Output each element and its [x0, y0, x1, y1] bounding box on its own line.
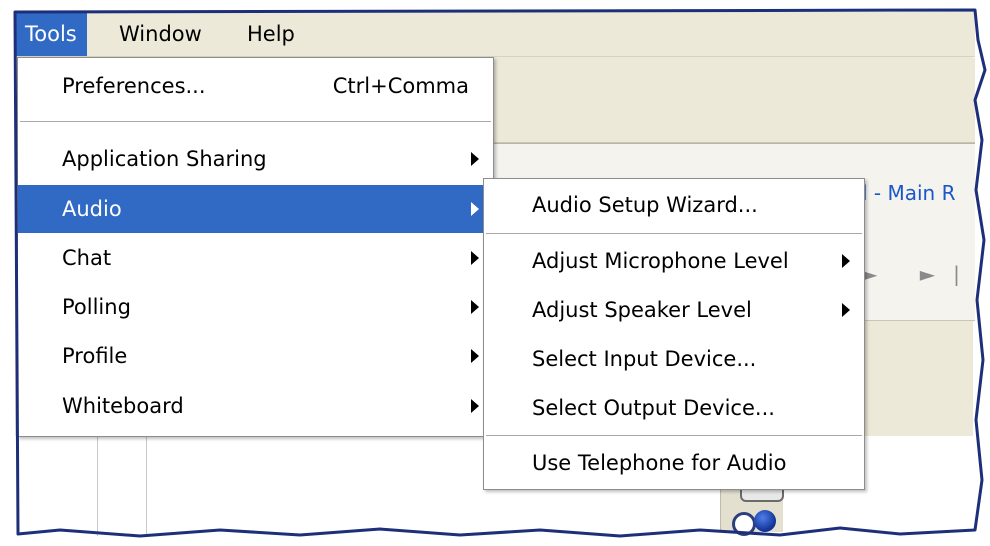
menu-item-profile[interactable]: Profile: [18, 332, 493, 380]
menu-item-select-input-device[interactable]: Select Input Device...: [484, 335, 864, 383]
toolbar-panel: [490, 58, 975, 143]
menu-item-audio[interactable]: Audio: [18, 185, 493, 233]
submenu-arrow-icon: [842, 303, 850, 317]
room-title: l - Main R: [862, 181, 956, 205]
menu-item-polling[interactable]: Polling: [18, 283, 493, 331]
menu-item-preferences[interactable]: Preferences... Ctrl+Comma: [18, 62, 493, 110]
menu-item-application-sharing[interactable]: Application Sharing: [18, 135, 493, 183]
menu-separator: [486, 435, 862, 436]
menu-item-adjust-microphone-level[interactable]: Adjust Microphone Level: [484, 237, 864, 285]
menu-bar: Tools Window Help: [15, 12, 975, 57]
menu-item-audio-setup-wizard[interactable]: Audio Setup Wizard...: [484, 181, 864, 229]
menu-item-label: Polling: [62, 295, 131, 319]
menu-item-label: Audio Setup Wizard...: [532, 193, 758, 217]
menu-item-adjust-speaker-level[interactable]: Adjust Speaker Level: [484, 286, 864, 334]
submenu-arrow-icon: [842, 254, 850, 268]
volume-knob-icon[interactable]: [732, 512, 756, 536]
column-divider: [97, 436, 98, 536]
menu-item-whiteboard[interactable]: Whiteboard: [18, 382, 493, 430]
menu-item-label: Profile: [62, 344, 128, 368]
audio-submenu: Audio Setup Wizard... Adjust Microphone …: [483, 178, 865, 490]
tools-menu: Preferences... Ctrl+Comma Application Sh…: [17, 57, 494, 437]
menu-item-label: Select Input Device...: [532, 347, 757, 371]
menu-separator: [20, 121, 491, 122]
menu-item-use-telephone-for-audio[interactable]: Use Telephone for Audio: [484, 439, 864, 487]
menu-item-label: Audio: [62, 197, 122, 221]
menu-item-label: Select Output Device...: [532, 396, 775, 420]
menu-separator: [486, 233, 862, 234]
submenu-arrow-icon: [471, 399, 479, 413]
shortcut-label: Ctrl+Comma: [332, 74, 469, 98]
column-divider: [146, 436, 147, 536]
status-orb-icon: [754, 510, 776, 532]
menu-item-label: Application Sharing: [62, 147, 267, 171]
menu-item-label: Use Telephone for Audio: [532, 451, 787, 475]
menu-item-label: Chat: [62, 246, 112, 270]
menu-item-label: Adjust Speaker Level: [532, 298, 752, 322]
menu-help[interactable]: Help: [237, 12, 305, 56]
submenu-arrow-icon: [471, 152, 479, 166]
submenu-arrow-icon: [471, 349, 479, 363]
submenu-arrow-icon: [471, 300, 479, 314]
menu-item-select-output-device[interactable]: Select Output Device...: [484, 384, 864, 432]
playback-controls[interactable]: ► ►|: [862, 262, 978, 286]
menu-item-chat[interactable]: Chat: [18, 234, 493, 282]
menu-item-label: Whiteboard: [62, 394, 184, 418]
menu-tools[interactable]: Tools: [15, 12, 87, 56]
menu-item-label: Adjust Microphone Level: [532, 249, 789, 273]
submenu-arrow-icon: [471, 202, 479, 216]
menu-item-label: Preferences...: [62, 74, 206, 98]
menu-window[interactable]: Window: [109, 12, 212, 56]
submenu-arrow-icon: [471, 251, 479, 265]
